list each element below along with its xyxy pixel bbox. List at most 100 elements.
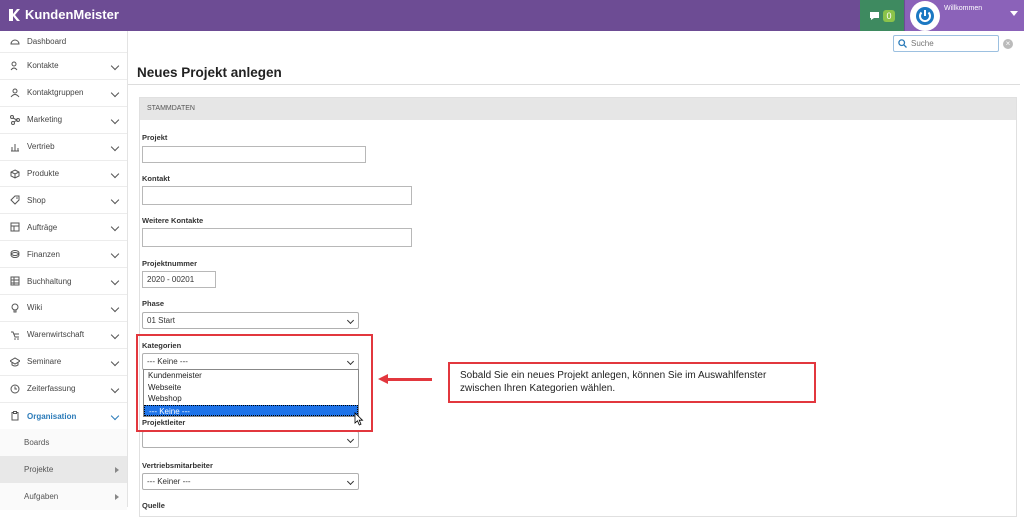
sidebar-subitem-aufgaben[interactable]: Aufgaben	[0, 483, 127, 511]
weitere-kontakte-input[interactable]	[142, 228, 412, 247]
sidebar-item-wiki[interactable]: Wiki	[0, 295, 127, 322]
divider	[128, 84, 1020, 85]
annotation-arrow	[386, 378, 432, 381]
sidebar-item-zeiterfassung[interactable]: Zeiterfassung	[0, 376, 127, 403]
chevron-down-icon	[110, 249, 120, 259]
sidebar-item-label: Warenwirtschaft	[27, 330, 85, 340]
kontakt-label: Kontakt	[142, 174, 170, 183]
sidebar-item-label: Wiki	[27, 303, 43, 313]
sidebar-item-buchhaltung[interactable]: Buchhaltung	[0, 268, 127, 296]
chevron-down-icon	[110, 88, 120, 98]
time-tracking-icon	[10, 384, 20, 394]
projekt-input[interactable]	[142, 146, 366, 163]
chevron-down-icon[interactable]	[1010, 11, 1018, 16]
organisation-icon	[10, 411, 20, 421]
page-title: Neues Projekt anlegen	[137, 65, 282, 80]
user-avatar	[910, 1, 940, 31]
sidebar-item-label: Organisation	[27, 411, 77, 421]
sidebar-item-label: Vertrieb	[27, 142, 55, 152]
contact-groups-icon	[10, 88, 20, 98]
phase-label: Phase	[142, 299, 165, 308]
sidebar-item-label: Zeiterfassung	[27, 384, 76, 394]
sidebar-item-label: Dashboard	[27, 37, 67, 46]
contacts-icon	[10, 61, 20, 71]
sidebar: Dashboard Kontakte Kontaktgruppen Market…	[0, 31, 128, 511]
sidebar-subitem-label: Aufgaben	[24, 492, 59, 502]
sidebar-subitem-projekte[interactable]: Projekte	[0, 456, 127, 484]
sidebar-item-finanzen[interactable]: Finanzen	[0, 241, 127, 269]
chat-icon	[870, 11, 880, 20]
kontakt-input[interactable]	[142, 186, 412, 205]
sidebar-item-label: Kontakte	[27, 61, 59, 71]
projektleiter-select[interactable]	[142, 431, 359, 448]
seminars-icon	[10, 357, 20, 367]
chat-button[interactable]: 0	[860, 0, 904, 31]
sidebar-item-label: Marketing	[27, 115, 63, 125]
sidebar-item-auftraege[interactable]: Aufträge	[0, 214, 127, 242]
sidebar-item-label: Kontaktgruppen	[27, 88, 84, 98]
power-icon	[916, 7, 934, 25]
sidebar-item-label: Aufträge	[27, 222, 58, 232]
arrow-left-icon	[378, 374, 388, 384]
chevron-down-icon	[346, 435, 355, 444]
products-icon	[10, 168, 20, 179]
top-bar: KundenMeister 0 Willkommen	[0, 0, 1024, 31]
dashboard-icon	[10, 37, 20, 47]
phase-select-value: 01 Start	[147, 316, 176, 325]
sidebar-item-label: Seminare	[27, 357, 62, 367]
projekt-label: Projekt	[142, 133, 168, 142]
user-menu[interactable]: Willkommen	[905, 0, 1024, 31]
app-logo[interactable]: KundenMeister	[8, 7, 119, 22]
sidebar-item-shop[interactable]: Shop	[0, 187, 127, 215]
sidebar-item-label: Shop	[27, 195, 46, 205]
sidebar-subitem-label: Projekte	[24, 465, 54, 475]
sidebar-item-produkte[interactable]: Produkte	[0, 161, 127, 188]
sidebar-item-warenwirtschaft[interactable]: Warenwirtschaft	[0, 322, 127, 349]
chevron-down-icon	[346, 316, 355, 325]
projektnummer-label: Projektnummer	[142, 259, 198, 268]
shop-icon	[10, 195, 20, 206]
sidebar-item-kontakte[interactable]: Kontakte	[0, 53, 127, 80]
marketing-icon	[10, 114, 20, 125]
vertriebsmitarbeiter-select[interactable]: --- Keiner ---	[142, 473, 359, 490]
vertriebsmitarbeiter-select-value: --- Keiner ---	[147, 477, 191, 486]
vertriebsmitarbeiter-label: Vertriebsmitarbeiter	[142, 461, 213, 470]
sidebar-item-kontaktgruppen[interactable]: Kontaktgruppen	[0, 80, 127, 107]
chevron-down-icon	[346, 477, 355, 486]
chevron-down-icon	[110, 411, 120, 420]
chat-count-badge: 0	[883, 9, 895, 22]
chevron-down-icon	[110, 330, 120, 340]
sidebar-item-marketing[interactable]: Marketing	[0, 107, 127, 134]
weitere-kontakte-label: Weitere Kontakte	[142, 216, 204, 225]
chevron-down-icon	[110, 223, 120, 232]
projektnummer-input[interactable]: 2020 - 00201	[142, 271, 216, 288]
chevron-down-icon	[110, 115, 120, 125]
wiki-icon	[10, 303, 20, 313]
sidebar-item-seminare[interactable]: Seminare	[0, 349, 127, 376]
finance-icon	[10, 249, 20, 259]
sidebar-subitem-boards[interactable]: Boards	[0, 429, 127, 457]
chevron-right-icon	[115, 467, 119, 474]
inventory-icon	[10, 330, 20, 340]
highlight-box	[136, 334, 373, 432]
sidebar-item-dashboard[interactable]: Dashboard	[0, 31, 127, 53]
quelle-label: Quelle	[142, 501, 165, 510]
orders-icon	[10, 222, 20, 232]
chevron-down-icon	[110, 142, 120, 151]
chevron-down-icon	[110, 276, 120, 286]
chevron-down-icon	[110, 196, 120, 205]
section-header: STAMMDATEN	[140, 98, 1016, 120]
chevron-right-icon	[115, 494, 119, 501]
main-content: Neues Projekt anlegen STAMMDATEN Projekt…	[128, 31, 1024, 517]
phase-select[interactable]: 01 Start	[142, 312, 359, 329]
sidebar-item-label: Buchhaltung	[27, 276, 72, 286]
annotation-callout: Sobald Sie ein neues Projekt anlegen, kö…	[448, 362, 816, 403]
chevron-down-icon	[110, 169, 120, 178]
sidebar-item-organisation[interactable]: Organisation	[0, 403, 127, 430]
sidebar-item-label: Produkte	[27, 169, 60, 178]
app-title: KundenMeister	[25, 7, 119, 22]
sidebar-item-vertrieb[interactable]: Vertrieb	[0, 134, 127, 161]
chevron-down-icon	[110, 61, 120, 71]
chevron-down-icon	[110, 303, 120, 313]
sidebar-subitem-label: Boards	[24, 438, 50, 448]
